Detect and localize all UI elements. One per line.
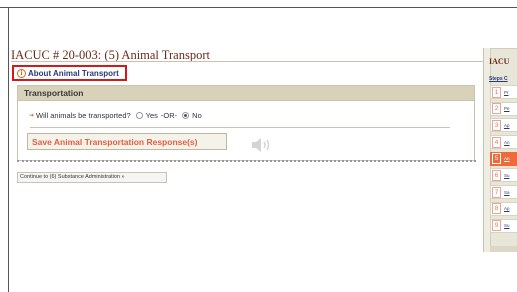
save-response-button[interactable]: Save Animal Transportation Response(s): [27, 133, 227, 150]
option-or-label: -OR-: [160, 111, 178, 120]
about-section-highlight: i About Animal Transport: [12, 65, 127, 81]
browser-left-edge: [8, 8, 9, 292]
step-item[interactable]: 9 Su: [490, 218, 517, 233]
step-item[interactable]: 7 Sa: [490, 185, 517, 200]
step-item[interactable]: 3 Ap: [490, 118, 517, 133]
step-link[interactable]: Pr: [504, 90, 509, 95]
title-divider: [11, 61, 483, 62]
step-link[interactable]: Ap: [504, 206, 510, 211]
about-animal-transport-link[interactable]: About Animal Transport: [28, 69, 119, 78]
option-no-label: No: [192, 111, 202, 120]
sidebar-footer: [490, 246, 517, 252]
radio-no[interactable]: [182, 112, 190, 119]
info-icon: i: [17, 68, 26, 78]
transport-question: ➔ Will animals be transported? Yes -OR- …: [29, 111, 202, 120]
step-item[interactable]: 2 Pe: [490, 101, 517, 116]
speaker-icon: [252, 138, 270, 152]
step-link[interactable]: An: [504, 140, 510, 145]
sidebar-title: IACU: [489, 57, 510, 66]
step-link[interactable]: Sa: [504, 190, 510, 195]
step-item[interactable]: 8 Ap: [490, 201, 517, 216]
browser-top-edge: [0, 0, 517, 8]
step-number: 9: [492, 220, 501, 231]
step-number: 8: [492, 203, 501, 215]
step-number: 5: [492, 153, 501, 165]
steps-list: 1 Pr 2 Pe 3 Ap 4 An 5 An 6 Su 7 Sa 8 Ap: [490, 85, 517, 235]
step-item[interactable]: 1 Pr: [490, 85, 517, 99]
steps-sidebar: IACU Steps C 1 Pr 2 Pe 3 Ap 4 An 5 An 6 …: [483, 48, 517, 252]
required-marker-icon: ➔: [29, 113, 35, 119]
transportation-panel: Transportation ➔ Will animals be transpo…: [17, 85, 475, 161]
step-number: 4: [492, 136, 501, 148]
option-yes-label: Yes: [145, 111, 158, 120]
step-number: 2: [492, 103, 501, 115]
step-number: 6: [492, 169, 501, 181]
step-link[interactable]: Su: [504, 173, 510, 178]
panel-divider: [30, 127, 450, 128]
steps-completed-link[interactable]: Steps C: [489, 76, 508, 82]
step-item[interactable]: 4 An: [490, 135, 517, 150]
step-item-current[interactable]: 5 An: [490, 151, 517, 166]
step-link[interactable]: Ap: [504, 123, 510, 128]
step-item[interactable]: 6 Su: [490, 168, 517, 183]
step-number: 7: [492, 186, 501, 198]
section-divider: [17, 160, 476, 162]
step-link[interactable]: Su: [504, 223, 510, 228]
step-link[interactable]: Pe: [504, 106, 510, 111]
panel-header: Transportation: [18, 86, 474, 101]
radio-yes[interactable]: [135, 112, 143, 119]
question-label: Will animals be transported?: [36, 111, 131, 120]
step-number: 3: [492, 119, 501, 131]
step-number: 1: [492, 86, 501, 98]
step-link[interactable]: An: [504, 156, 510, 161]
continue-button[interactable]: Continue to (6) Substance Administration…: [17, 172, 167, 183]
